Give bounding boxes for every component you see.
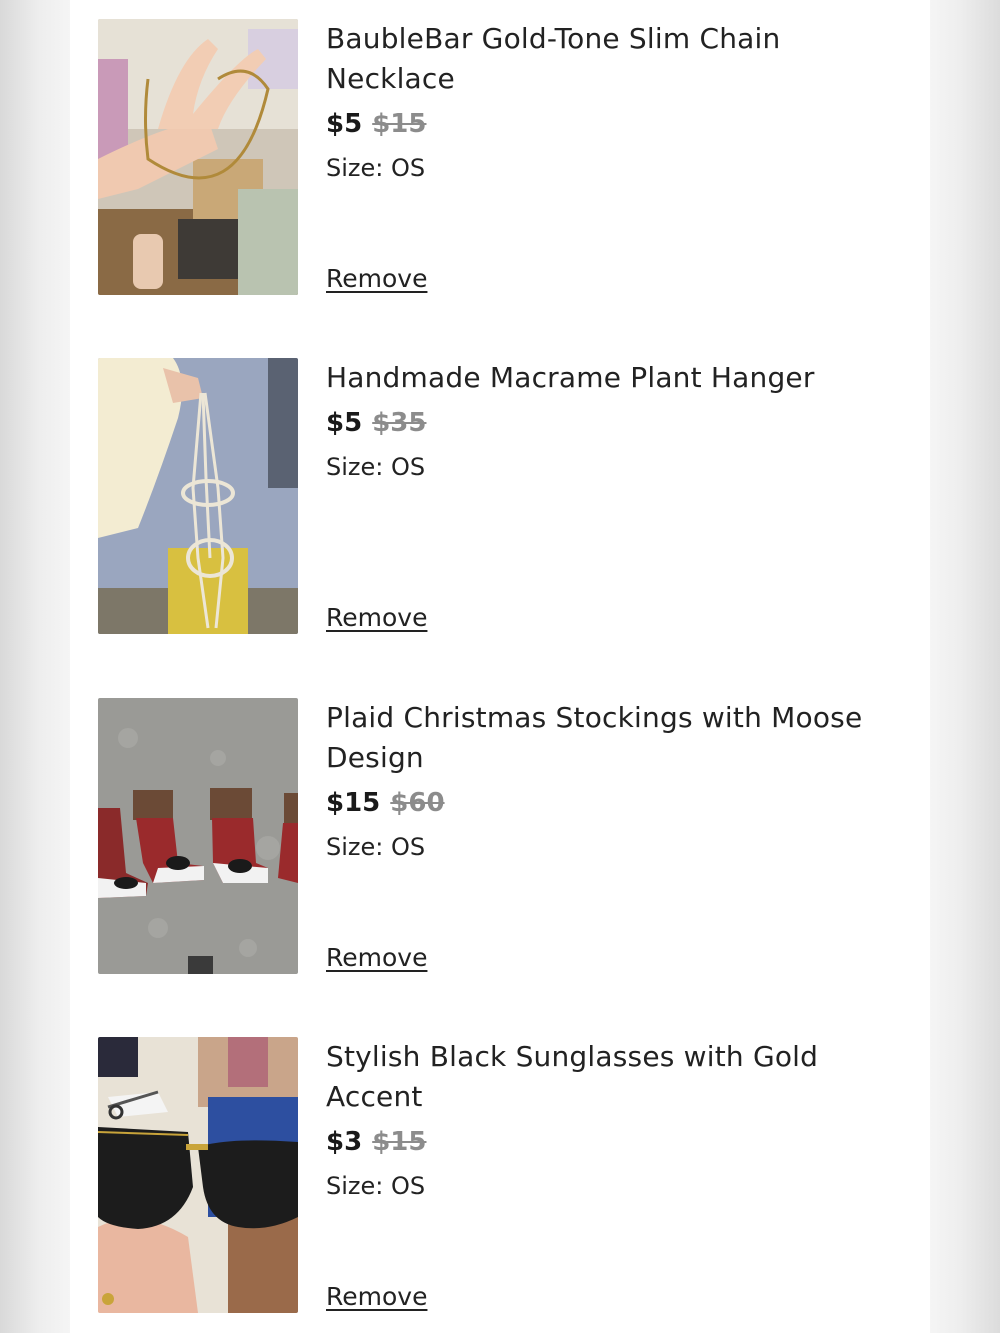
sale-price: $5 (326, 408, 363, 438)
original-price: $15 (372, 109, 427, 139)
item-size: Size: OS (326, 833, 426, 861)
original-price: $35 (372, 408, 427, 438)
cart-item: Stylish Black Sunglasses with Gold Accen… (98, 1037, 918, 1313)
item-details: Handmade Macrame Plant Hanger $5 $35 Siz… (326, 358, 906, 634)
product-image-stockings[interactable] (98, 698, 298, 974)
cart-item: Plaid Christmas Stockings with Moose Des… (98, 698, 918, 974)
product-image-necklace[interactable] (98, 19, 298, 295)
price-row: $5 $35 (326, 406, 906, 440)
item-title[interactable]: BaubleBar Gold-Tone Slim Chain Necklace (326, 19, 906, 99)
item-title[interactable]: Plaid Christmas Stockings with Moose Des… (326, 698, 906, 778)
item-details: Stylish Black Sunglasses with Gold Accen… (326, 1037, 906, 1313)
cart-item: BaubleBar Gold-Tone Slim Chain Necklace … (98, 19, 918, 295)
product-image-sunglasses[interactable] (98, 1037, 298, 1313)
remove-button[interactable]: Remove (326, 942, 427, 974)
item-size: Size: OS (326, 453, 426, 481)
remove-button[interactable]: Remove (326, 602, 427, 634)
original-price: $15 (372, 1127, 427, 1157)
sale-price: $5 (326, 109, 363, 139)
item-title[interactable]: Stylish Black Sunglasses with Gold Accen… (326, 1037, 906, 1117)
item-title[interactable]: Handmade Macrame Plant Hanger (326, 358, 906, 398)
item-details: Plaid Christmas Stockings with Moose Des… (326, 698, 906, 974)
item-details: BaubleBar Gold-Tone Slim Chain Necklace … (326, 19, 906, 295)
product-image-macrame[interactable] (98, 358, 298, 634)
price-row: $15 $60 (326, 786, 906, 820)
original-price: $60 (390, 788, 445, 818)
cart-item: Handmade Macrame Plant Hanger $5 $35 Siz… (98, 358, 918, 634)
price-row: $3 $15 (326, 1125, 906, 1159)
price-row: $5 $15 (326, 107, 906, 141)
item-size: Size: OS (326, 1172, 426, 1200)
remove-button[interactable]: Remove (326, 263, 427, 295)
item-size: Size: OS (326, 154, 426, 182)
cart-items-panel: BaubleBar Gold-Tone Slim Chain Necklace … (70, 0, 930, 1333)
sale-price: $3 (326, 1127, 363, 1157)
remove-button[interactable]: Remove (326, 1281, 427, 1313)
sale-price: $15 (326, 788, 381, 818)
